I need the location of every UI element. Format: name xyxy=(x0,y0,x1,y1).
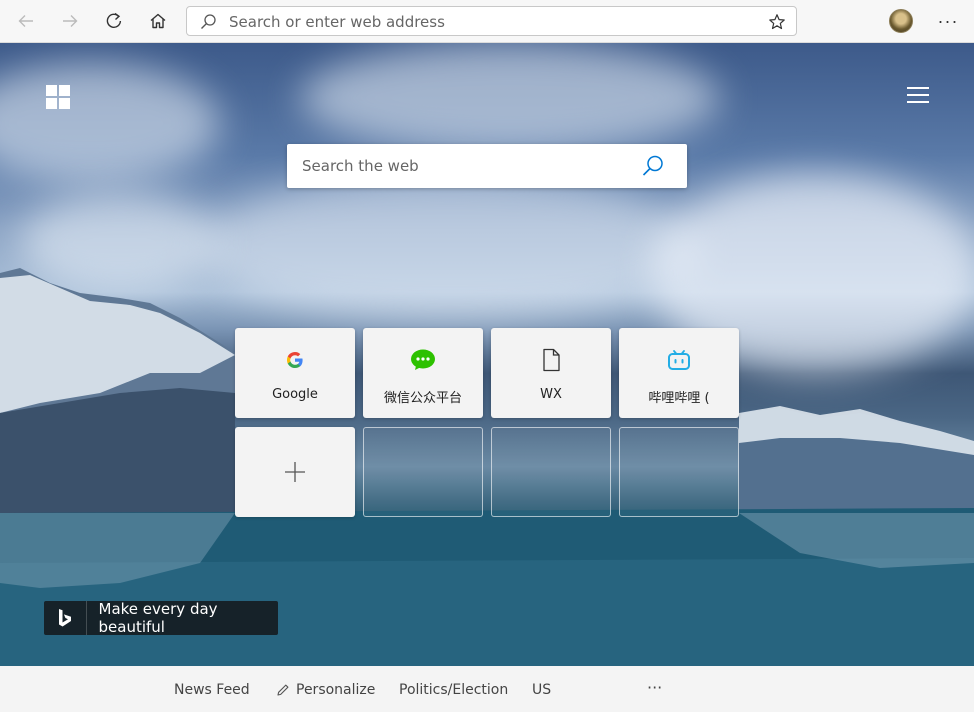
add-quick-link-button[interactable] xyxy=(235,427,355,517)
home-button[interactable] xyxy=(143,6,173,36)
empty-tile-slot xyxy=(619,427,739,517)
region-us-tab[interactable]: US xyxy=(532,682,551,698)
empty-tile-slot xyxy=(491,427,611,517)
google-icon xyxy=(235,348,355,372)
bing-logo-icon xyxy=(44,601,87,635)
arrow-left-icon xyxy=(18,15,33,27)
quick-link-google[interactable]: Google xyxy=(235,328,355,418)
politics-election-tab[interactable]: Politics/Election xyxy=(399,682,508,698)
new-tab-background: Google 微信公众平台 WX 哔哩哔哩 ( Make every day b… xyxy=(0,43,974,666)
home-icon xyxy=(150,13,166,29)
web-search-input[interactable] xyxy=(302,155,632,177)
bilibili-icon xyxy=(619,348,739,372)
quick-link-label: WX xyxy=(540,387,562,402)
pencil-icon xyxy=(277,684,289,696)
profile-avatar[interactable] xyxy=(889,9,913,33)
empty-tile-slot xyxy=(363,427,483,517)
bing-banner-text: Make every day beautiful xyxy=(98,600,218,636)
quick-link-label: 微信公众平台 xyxy=(383,391,462,406)
settings-more-button[interactable]: ··· xyxy=(934,6,962,36)
quick-link-label: 哔哩哔哩 ( xyxy=(648,391,710,406)
plus-icon xyxy=(235,427,355,517)
back-button[interactable] xyxy=(11,6,41,36)
forward-button[interactable] xyxy=(55,6,85,36)
quick-link-wechat[interactable]: 微信公众平台 xyxy=(363,328,483,418)
mountain-landscape xyxy=(0,268,974,666)
refresh-button[interactable] xyxy=(99,6,129,36)
personalize-button[interactable]: Personalize xyxy=(276,682,375,698)
news-feed-bar: News Feed Personalize Politics/Election … xyxy=(0,666,974,712)
quick-link-wx[interactable]: WX xyxy=(491,328,611,418)
personalize-label: Personalize xyxy=(296,682,376,698)
refresh-icon xyxy=(106,12,122,28)
news-more-button[interactable]: ··· xyxy=(647,678,662,697)
wechat-icon xyxy=(363,348,483,372)
browser-toolbar: ··· xyxy=(0,0,974,43)
address-bar[interactable] xyxy=(186,6,797,36)
arrow-right-icon xyxy=(63,15,78,27)
page-settings-menu-icon[interactable] xyxy=(907,87,929,105)
news-feed-tab[interactable]: News Feed xyxy=(174,682,250,698)
windows-logo xyxy=(46,85,70,109)
address-input[interactable] xyxy=(229,11,749,33)
document-icon xyxy=(491,348,611,372)
web-search-box[interactable] xyxy=(287,144,687,188)
search-icon[interactable] xyxy=(641,154,665,178)
bing-image-banner[interactable]: Make every day beautiful xyxy=(44,600,278,636)
search-icon xyxy=(201,14,216,29)
star-icon[interactable] xyxy=(768,13,786,31)
quick-link-label: Google xyxy=(272,387,318,402)
quick-link-bilibili[interactable]: 哔哩哔哩 ( xyxy=(619,328,739,418)
